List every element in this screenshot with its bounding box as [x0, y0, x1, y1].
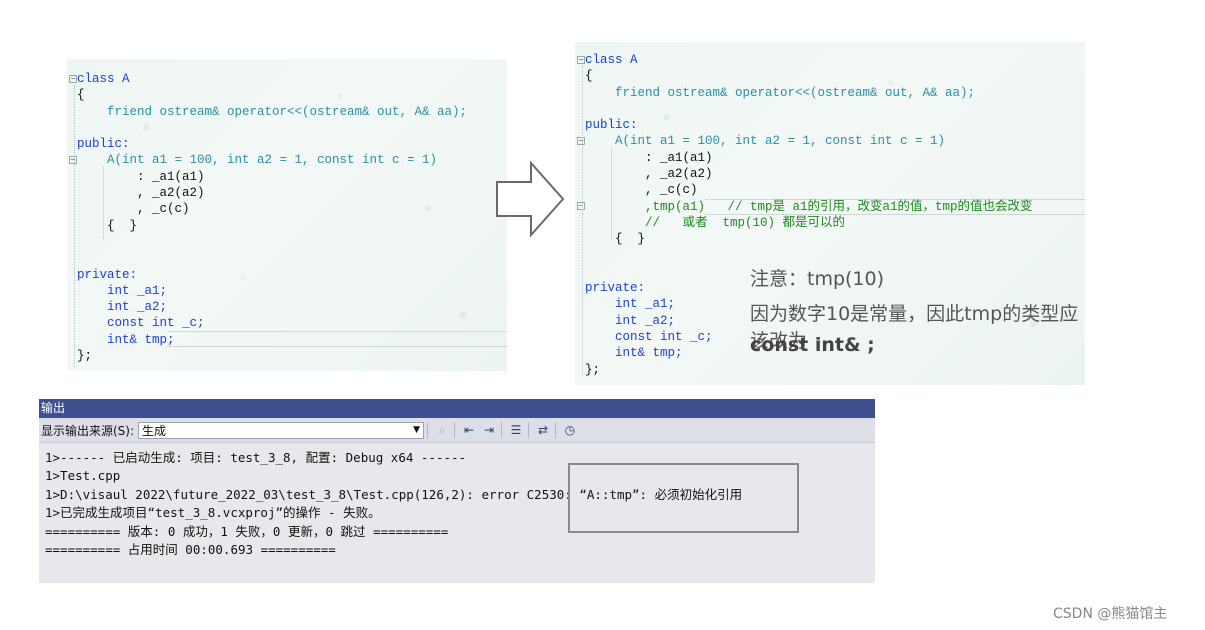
note-line-1: 注意：tmp(10) [750, 268, 885, 290]
output-line: ========== 版本: 0 成功，1 失败，0 更新，0 跳过 =====… [45, 523, 449, 539]
code-line: , _a2(a2) [77, 186, 205, 201]
code-line: , _a2(a2) [585, 167, 713, 182]
output-line: ========== 占用时间 00:00.693 ========== [45, 542, 336, 558]
code-line: ,tmp(a1) // tmp是 a1的引用，改变a1的值，tmp的值也会改变 [585, 199, 1033, 214]
collapse-icon[interactable]: − [577, 56, 585, 64]
indent-guide [74, 85, 75, 367]
toolbar-separator [528, 422, 530, 438]
code-line: }; [585, 362, 601, 377]
code-line: int _a2; [585, 313, 676, 328]
watermark: CSDN @熊猫馆主 [1053, 606, 1168, 622]
collapse-icon[interactable]: − [69, 156, 77, 164]
code-line: , _c(c) [585, 183, 698, 198]
code-line: public: [77, 137, 130, 152]
output-line: 1>已完成生成项目“test_3_8.vcxproj”的操作 - 失败。 [45, 505, 381, 521]
collapse-icon[interactable]: − [69, 75, 77, 83]
code-line: const int _c; [585, 330, 713, 345]
note-line-3: const int& ; [750, 334, 875, 356]
code-line: int _a2; [77, 300, 168, 315]
toolbar-separator [555, 422, 557, 438]
code-line: public: [585, 118, 638, 133]
code-line: }; [77, 349, 93, 364]
code-line: private: [585, 281, 646, 296]
code-line: class A [585, 53, 638, 67]
output-source-select[interactable]: 生成 ▼ [138, 421, 425, 439]
code-line: { [585, 69, 593, 84]
code-line: friend ostream& operator<<(ostream& out,… [77, 104, 468, 119]
code-line: { } [585, 232, 646, 247]
code-line: // 或者 tmp(10) 都是可以的 [585, 215, 846, 230]
output-source-value: 生成 [142, 423, 167, 438]
code-editor-left: − − class A { friend ostream& operator<<… [67, 59, 507, 371]
find-message-icon[interactable]: ⌕ [433, 421, 451, 439]
code-line: { [77, 88, 85, 103]
toolbar-separator [454, 422, 456, 438]
indent-guide [582, 66, 583, 376]
code-line: : _a1(a1) [77, 169, 205, 184]
error-highlight-box [568, 463, 799, 533]
chevron-down-icon: ▼ [413, 425, 421, 435]
source-label: 显示输出来源(S): [41, 423, 135, 438]
code-line: class A [77, 72, 130, 86]
previous-message-icon[interactable]: ⇤ [460, 421, 478, 439]
code-line: { } [77, 218, 138, 233]
output-toolbar: 显示输出来源(S): 生成 ▼ ⌕ ⇤ ⇥ ☰ ⇄ ◷ [39, 418, 875, 443]
clear-all-icon[interactable]: ☰ [507, 421, 525, 439]
word-wrap-icon[interactable]: ⇄ [534, 421, 552, 439]
output-line: 1>------ 已启动生成: 项目: test_3_8, 配置: Debug … [45, 450, 467, 465]
collapse-icon[interactable]: − [577, 137, 585, 145]
code-line: : _a1(a1) [585, 150, 713, 165]
code-line: A(int a1 = 100, int a2 = 1, const int c … [77, 153, 438, 168]
code-line: int& tmp; [77, 332, 175, 347]
toolbar-separator [427, 422, 429, 438]
code-line: friend ostream& operator<<(ostream& out,… [585, 85, 976, 100]
code-left[interactable]: class A { friend ostream& operator<<(ost… [77, 71, 467, 364]
collapse-icon[interactable]: − [577, 202, 585, 210]
clock-icon[interactable]: ◷ [561, 421, 579, 439]
next-message-icon[interactable]: ⇥ [480, 421, 498, 439]
code-line: A(int a1 = 100, int a2 = 1, const int c … [585, 134, 946, 149]
code-line: int _a1; [77, 283, 168, 298]
code-editor-right: − − − class A { friend ostream& operator… [575, 42, 1085, 385]
code-line: , _c(c) [77, 202, 190, 217]
toolbar-separator [501, 422, 503, 438]
code-line: const int _c; [77, 316, 205, 331]
arrow-right-icon [496, 160, 565, 238]
code-line: int& tmp; [585, 346, 683, 361]
code-line: int _a1; [585, 297, 676, 312]
output-line: 1>Test.cpp [45, 468, 121, 484]
code-line: private: [77, 267, 138, 282]
output-title: 输出 [39, 399, 875, 418]
